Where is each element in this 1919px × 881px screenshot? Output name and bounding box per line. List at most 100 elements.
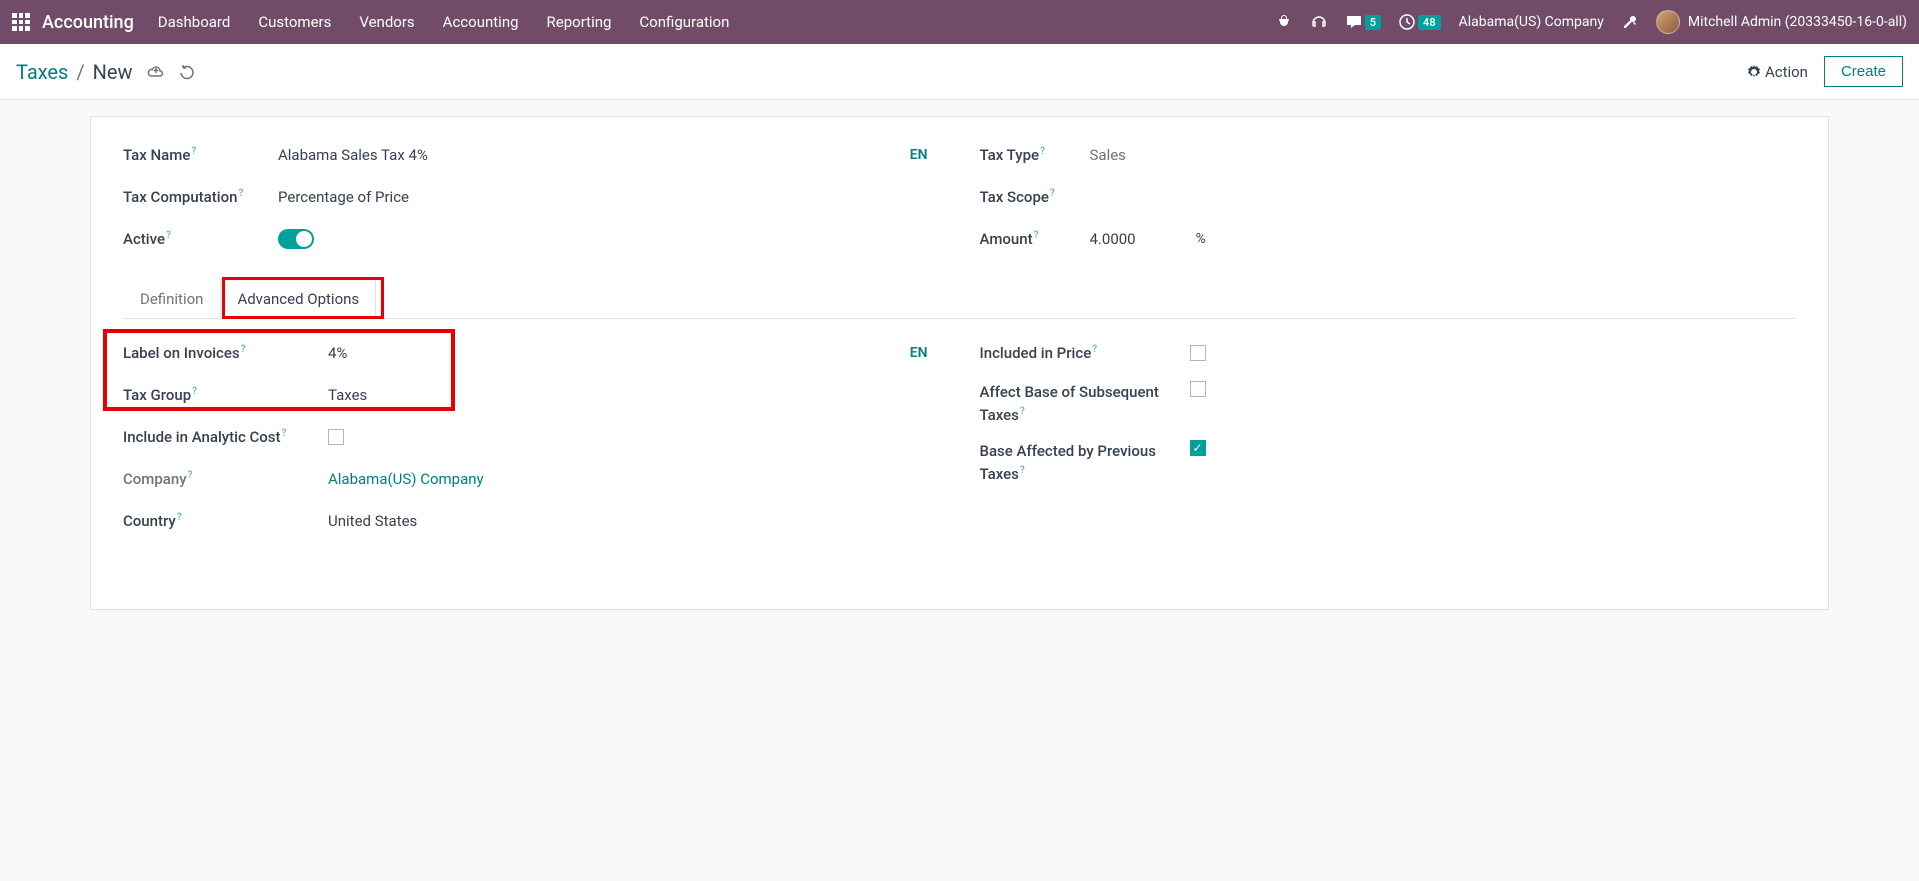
messages-badge: 5	[1365, 15, 1381, 30]
create-button[interactable]: Create	[1824, 56, 1903, 87]
nav-vendors[interactable]: Vendors	[359, 13, 414, 31]
messages-icon[interactable]: 5	[1346, 14, 1381, 30]
support-icon[interactable]	[1310, 13, 1328, 31]
help-icon[interactable]: ?	[166, 230, 171, 241]
field-company: Company? Alabama(US) Company	[123, 465, 940, 493]
lang-button[interactable]: EN	[910, 147, 940, 163]
value-company[interactable]: Alabama(US) Company	[328, 470, 940, 488]
help-icon[interactable]: ?	[1040, 146, 1045, 157]
help-icon[interactable]: ?	[191, 146, 196, 157]
activities-icon[interactable]: 48	[1399, 14, 1441, 30]
field-affect-base: Affect Base of Subsequent Taxes?	[980, 381, 1797, 426]
label-tax-scope: Tax Scope?	[980, 188, 1090, 206]
adv-col-left: Label on Invoices? 4% EN Tax Group? Taxe…	[123, 339, 940, 549]
form-col-left: Tax Name? Alabama Sales Tax 4% EN Tax Co…	[123, 141, 940, 267]
field-include-analytic: Include in Analytic Cost?	[123, 423, 940, 451]
help-icon[interactable]: ?	[188, 470, 193, 481]
toggle-active[interactable]	[278, 229, 314, 249]
checkbox-affect-base[interactable]	[1190, 381, 1206, 397]
lang-button[interactable]: EN	[910, 345, 940, 361]
discard-icon[interactable]	[179, 64, 195, 80]
label-included-in-price: Included in Price?	[980, 344, 1190, 362]
amount-suffix: %	[1196, 231, 1206, 247]
breadcrumb-current: New	[93, 60, 133, 84]
field-tax-type: Tax Type? Sales	[980, 141, 1797, 169]
label-amount: Amount?	[980, 230, 1090, 248]
form-top-grid: Tax Name? Alabama Sales Tax 4% EN Tax Co…	[123, 141, 1796, 267]
app-brand[interactable]: Accounting	[42, 12, 134, 33]
tabs: Definition Advanced Options	[123, 279, 1796, 319]
help-icon[interactable]: ?	[1020, 465, 1025, 476]
activities-badge: 48	[1418, 15, 1441, 30]
value-amount[interactable]: 4.0000	[1090, 230, 1136, 248]
checkbox-base-affected[interactable]: ✓	[1190, 440, 1206, 456]
form-sheet: Tax Name? Alabama Sales Tax 4% EN Tax Co…	[90, 116, 1829, 610]
help-icon[interactable]: ?	[238, 188, 243, 199]
gear-icon	[1747, 65, 1761, 79]
label-tax-type: Tax Type?	[980, 146, 1090, 164]
label-tax-name: Tax Name?	[123, 146, 278, 164]
value-tax-computation[interactable]: Percentage of Price	[278, 188, 940, 206]
help-icon[interactable]: ?	[282, 428, 287, 439]
field-base-affected: Base Affected by Previous Taxes? ✓	[980, 440, 1797, 485]
field-tax-scope: Tax Scope?	[980, 183, 1797, 211]
value-tax-group[interactable]: Taxes	[328, 386, 940, 404]
field-tax-name: Tax Name? Alabama Sales Tax 4% EN	[123, 141, 940, 169]
cloud-save-icon[interactable]	[147, 63, 165, 81]
company-switcher[interactable]: Alabama(US) Company	[1459, 14, 1604, 30]
tab-definition[interactable]: Definition	[123, 279, 220, 319]
sheet-wrapper: Tax Name? Alabama Sales Tax 4% EN Tax Co…	[0, 100, 1919, 626]
nav-configuration[interactable]: Configuration	[639, 13, 729, 31]
nav-dashboard[interactable]: Dashboard	[158, 13, 231, 31]
nav-accounting[interactable]: Accounting	[443, 13, 519, 31]
debug-icon[interactable]	[1276, 14, 1292, 30]
field-active: Active?	[123, 225, 940, 253]
label-tax-group: Tax Group?	[123, 386, 328, 404]
field-tax-computation: Tax Computation? Percentage of Price	[123, 183, 940, 211]
tools-icon[interactable]	[1622, 14, 1638, 30]
help-icon[interactable]: ?	[1050, 188, 1055, 199]
nav-customers[interactable]: Customers	[258, 13, 331, 31]
user-menu[interactable]: Mitchell Admin (20333450-16-0-all)	[1656, 10, 1907, 34]
breadcrumb: Taxes / New	[16, 60, 195, 84]
label-tax-computation: Tax Computation?	[123, 188, 278, 206]
label-affect-base: Affect Base of Subsequent Taxes?	[980, 381, 1190, 426]
advanced-grid: Label on Invoices? 4% EN Tax Group? Taxe…	[123, 339, 1796, 549]
action-dropdown[interactable]: Action	[1747, 63, 1808, 81]
control-panel: Taxes / New Action Create	[0, 44, 1919, 100]
help-icon[interactable]: ?	[177, 512, 182, 523]
help-icon[interactable]: ?	[1092, 344, 1097, 355]
nav-menu: Dashboard Customers Vendors Accounting R…	[158, 13, 730, 31]
form-col-right: Tax Type? Sales Tax Scope? Amount? 4.000…	[980, 141, 1797, 267]
nav-right: 5 48 Alabama(US) Company Mitchell Admin …	[1276, 10, 1907, 34]
checkbox-include-analytic[interactable]	[328, 429, 344, 445]
help-icon[interactable]: ?	[1034, 230, 1039, 241]
field-tax-group: Tax Group? Taxes	[123, 381, 940, 409]
help-icon[interactable]: ?	[192, 386, 197, 397]
action-label: Action	[1765, 63, 1808, 81]
help-icon[interactable]: ?	[1020, 406, 1025, 417]
field-label-on-invoices: Label on Invoices? 4% EN	[123, 339, 940, 367]
checkbox-included-in-price[interactable]	[1190, 345, 1206, 361]
label-label-on-invoices: Label on Invoices?	[123, 344, 328, 362]
value-tax-name[interactable]: Alabama Sales Tax 4%	[278, 146, 910, 164]
label-country: Country?	[123, 512, 328, 530]
label-company: Company?	[123, 470, 328, 488]
breadcrumb-sep: /	[76, 60, 84, 84]
value-country[interactable]: United States	[328, 512, 940, 530]
apps-icon[interactable]	[12, 13, 30, 31]
value-label-on-invoices[interactable]: 4%	[328, 344, 910, 362]
value-tax-type[interactable]: Sales	[1090, 146, 1797, 164]
label-active: Active?	[123, 230, 278, 248]
user-label: Mitchell Admin (20333450-16-0-all)	[1688, 14, 1907, 30]
breadcrumb-root[interactable]: Taxes	[16, 60, 68, 84]
field-amount: Amount? 4.0000 %	[980, 225, 1797, 253]
tab-advanced-options[interactable]: Advanced Options	[220, 279, 376, 319]
top-navbar: Accounting Dashboard Customers Vendors A…	[0, 0, 1919, 44]
adv-col-right: Included in Price? Affect Base of Subseq…	[980, 339, 1797, 549]
label-base-affected: Base Affected by Previous Taxes?	[980, 440, 1190, 485]
nav-reporting[interactable]: Reporting	[547, 13, 612, 31]
cp-right: Action Create	[1747, 56, 1903, 87]
label-include-analytic: Include in Analytic Cost?	[123, 428, 328, 446]
help-icon[interactable]: ?	[241, 344, 246, 355]
